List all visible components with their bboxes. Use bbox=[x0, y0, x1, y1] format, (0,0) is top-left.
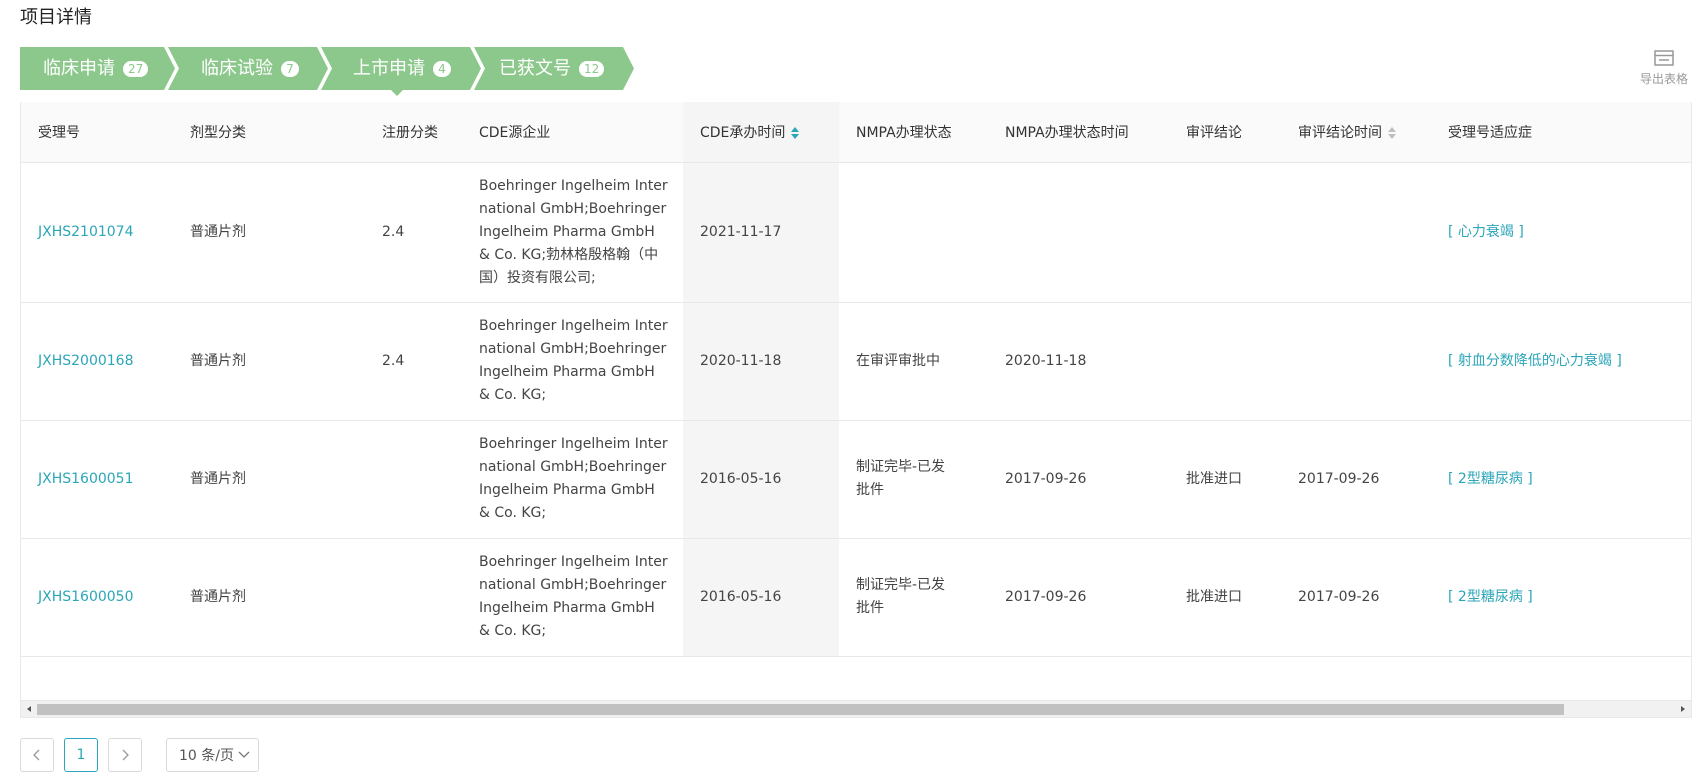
cell-nmpa-status: 制证完毕-已发批件 bbox=[839, 420, 988, 539]
cell-conclusion-date: 2017-09-26 bbox=[1281, 538, 1431, 657]
tab-label: 已获文号 bbox=[499, 58, 571, 79]
indication-link[interactable]: [ 心力衰竭 ] bbox=[1431, 162, 1691, 303]
page-number-button[interactable]: 1 bbox=[64, 738, 98, 772]
tab-label: 临床试验 bbox=[201, 58, 273, 79]
acceptance-number-link[interactable]: JXHS2000168 bbox=[21, 302, 173, 421]
cell-cde-date: 2021-11-17 bbox=[683, 162, 839, 303]
cell-nmpa-date: 2017-09-26 bbox=[988, 538, 1169, 657]
cell-form: 普通片剂 bbox=[173, 302, 365, 421]
page-title: 项目详情 bbox=[20, 7, 92, 28]
cell-nmpa-status: 在审评审批中 bbox=[839, 302, 988, 421]
table-export-icon bbox=[1654, 50, 1674, 66]
acceptance-number-link[interactable]: JXHS2101074 bbox=[21, 162, 173, 303]
tab-marketing-application[interactable]: 上市申请 4 bbox=[321, 47, 481, 96]
indication-link[interactable]: [ 2型糖尿病 ] bbox=[1431, 538, 1691, 657]
results-table: 受理号 剂型分类 注册分类 CDE源企业 CDE承办时间 NMPA办理状态 NM… bbox=[21, 102, 1691, 657]
cell-reg-class: 2.4 bbox=[365, 162, 462, 303]
cell-nmpa-date bbox=[988, 162, 1169, 303]
column-header: NMPA办理状态 bbox=[839, 102, 988, 163]
column-header: NMPA办理状态时间 bbox=[988, 102, 1169, 163]
export-table-button[interactable]: 导出表格 bbox=[1636, 50, 1692, 87]
active-tab-caret bbox=[391, 90, 403, 96]
column-header-sortable[interactable]: 审评结论时间 bbox=[1281, 102, 1431, 163]
cell-nmpa-date: 2017-09-26 bbox=[988, 420, 1169, 539]
tab-approved-number[interactable]: 已获文号 12 bbox=[474, 47, 634, 90]
table-row: JXHS2000168 普通片剂 2.4 Boehringer Ingelhei… bbox=[21, 302, 1691, 421]
tab-count-badge: 12 bbox=[579, 60, 605, 77]
pagination: 1 10 条/页 bbox=[20, 738, 259, 772]
column-header: 受理号 bbox=[21, 102, 173, 163]
column-header: CDE源企业 bbox=[462, 102, 683, 163]
cell-conclusion: 批准进口 bbox=[1169, 420, 1281, 539]
cell-company: Boehringer Ingelheim International GmbH;… bbox=[462, 302, 683, 421]
horizontal-scrollbar[interactable] bbox=[20, 700, 1692, 718]
cell-cde-date: 2016-05-16 bbox=[683, 538, 839, 657]
cell-conclusion-date bbox=[1281, 302, 1431, 421]
tab-clinical-application[interactable]: 临床申请 27 bbox=[20, 47, 175, 90]
cell-cde-date: 2020-11-18 bbox=[683, 302, 839, 421]
cell-form: 普通片剂 bbox=[173, 162, 365, 303]
export-label: 导出表格 bbox=[1639, 72, 1688, 86]
chevron-right-icon bbox=[122, 749, 129, 761]
prev-page-button[interactable] bbox=[20, 738, 54, 772]
tab-clinical-trial[interactable]: 临床试验 7 bbox=[168, 47, 328, 90]
indication-link[interactable]: [ 射血分数降低的心力衰竭 ] bbox=[1431, 302, 1691, 421]
cell-company: Boehringer Ingelheim International GmbH;… bbox=[462, 420, 683, 539]
cell-reg-class: 2.4 bbox=[365, 302, 462, 421]
cell-nmpa-status bbox=[839, 162, 988, 303]
cell-cde-date: 2016-05-16 bbox=[683, 420, 839, 539]
scroll-left-arrow-icon[interactable] bbox=[27, 706, 31, 712]
tab-count-badge: 4 bbox=[433, 60, 451, 77]
column-header-label: 审评结论时间 bbox=[1298, 124, 1382, 141]
column-header: 受理号适应症 bbox=[1431, 102, 1691, 163]
cell-nmpa-status: 制证完毕-已发批件 bbox=[839, 538, 988, 657]
cell-conclusion-date: 2017-09-26 bbox=[1281, 420, 1431, 539]
cell-nmpa-date: 2020-11-18 bbox=[988, 302, 1169, 421]
table-row: JXHS2101074 普通片剂 2.4 Boehringer Ingelhei… bbox=[21, 162, 1691, 303]
column-header: 审评结论 bbox=[1169, 102, 1281, 163]
chevron-left-icon bbox=[33, 749, 40, 761]
page-size-value: 10 条/页 bbox=[179, 748, 234, 764]
table-row: JXHS1600050 普通片剂 Boehringer Ingelheim In… bbox=[21, 538, 1691, 657]
column-header-sortable[interactable]: CDE承办时间 bbox=[683, 102, 839, 163]
acceptance-number-link[interactable]: JXHS1600050 bbox=[21, 538, 173, 657]
tab-count-badge: 7 bbox=[281, 60, 299, 77]
next-page-button[interactable] bbox=[108, 738, 142, 772]
cell-reg-class bbox=[365, 538, 462, 657]
tab-label: 上市申请 bbox=[353, 58, 425, 79]
sort-icon[interactable] bbox=[1388, 126, 1396, 139]
acceptance-number-link[interactable]: JXHS1600051 bbox=[21, 420, 173, 539]
cell-company: Boehringer Ingelheim International GmbH;… bbox=[462, 538, 683, 657]
column-header-label: CDE承办时间 bbox=[700, 124, 786, 141]
category-tabs: 临床申请 27 临床试验 7 上市申请 4 已获文号 12 bbox=[20, 47, 640, 96]
cell-company: Boehringer Ingelheim International GmbH;… bbox=[462, 162, 683, 303]
cell-form: 普通片剂 bbox=[173, 538, 365, 657]
cell-conclusion-date bbox=[1281, 162, 1431, 303]
sort-icon[interactable] bbox=[791, 126, 800, 139]
page-size-select[interactable]: 10 条/页 bbox=[166, 738, 259, 772]
column-header: 剂型分类 bbox=[173, 102, 365, 163]
scroll-right-arrow-icon[interactable] bbox=[1681, 706, 1685, 712]
scrollbar-thumb[interactable] bbox=[37, 704, 1564, 715]
column-header: 注册分类 bbox=[365, 102, 462, 163]
tab-label: 临床申请 bbox=[43, 58, 115, 79]
chevron-down-icon bbox=[238, 751, 250, 758]
table-row: JXHS1600051 普通片剂 Boehringer Ingelheim In… bbox=[21, 420, 1691, 539]
results-table-container: 受理号 剂型分类 注册分类 CDE源企业 CDE承办时间 NMPA办理状态 NM… bbox=[20, 102, 1692, 718]
cell-conclusion: 批准进口 bbox=[1169, 538, 1281, 657]
cell-conclusion bbox=[1169, 302, 1281, 421]
table-header-row: 受理号 剂型分类 注册分类 CDE源企业 CDE承办时间 NMPA办理状态 NM… bbox=[21, 102, 1691, 163]
indication-link[interactable]: [ 2型糖尿病 ] bbox=[1431, 420, 1691, 539]
tab-count-badge: 27 bbox=[123, 60, 149, 77]
cell-form: 普通片剂 bbox=[173, 420, 365, 539]
cell-reg-class bbox=[365, 420, 462, 539]
cell-conclusion bbox=[1169, 162, 1281, 303]
